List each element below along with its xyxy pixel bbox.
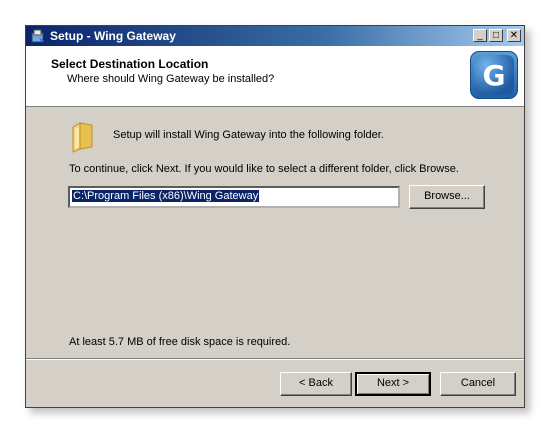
page-subtitle: Where should Wing Gateway be installed? bbox=[67, 73, 275, 85]
maximize-button[interactable]: □ bbox=[489, 29, 503, 42]
title-bar[interactable]: Setup - Wing Gateway _ □ ✕ bbox=[26, 26, 524, 46]
window-title: Setup - Wing Gateway bbox=[50, 29, 176, 43]
folder-icon bbox=[72, 122, 93, 153]
logo-letter: G bbox=[474, 55, 514, 95]
path-value: C:\Program Files (x86)\Wing Gateway bbox=[72, 190, 260, 202]
back-button[interactable]: < Back bbox=[280, 372, 352, 396]
cancel-button[interactable]: Cancel bbox=[440, 372, 516, 396]
maximize-icon: □ bbox=[492, 29, 500, 41]
setup-icon bbox=[31, 29, 44, 43]
page-title: Select Destination Location bbox=[51, 57, 209, 71]
close-icon: ✕ bbox=[509, 29, 519, 41]
minimize-icon: _ bbox=[477, 29, 483, 41]
destination-path-input[interactable]: C:\Program Files (x86)\Wing Gateway bbox=[68, 186, 400, 208]
close-button[interactable]: ✕ bbox=[507, 29, 521, 42]
next-button[interactable]: Next > bbox=[355, 372, 431, 396]
wizard-header: Select Destination Location Where should… bbox=[26, 46, 524, 107]
instruction-text: To continue, click Next. If you would li… bbox=[69, 163, 459, 175]
install-info-text: Setup will install Wing Gateway into the… bbox=[113, 129, 384, 141]
footer-divider bbox=[26, 358, 524, 360]
browse-button[interactable]: Browse... bbox=[409, 185, 485, 209]
disk-space-text: At least 5.7 MB of free disk space is re… bbox=[69, 336, 291, 348]
setup-window: Setup - Wing Gateway _ □ ✕ Select Destin… bbox=[25, 25, 525, 408]
minimize-button[interactable]: _ bbox=[473, 29, 487, 42]
wing-logo-icon: G bbox=[470, 51, 518, 99]
